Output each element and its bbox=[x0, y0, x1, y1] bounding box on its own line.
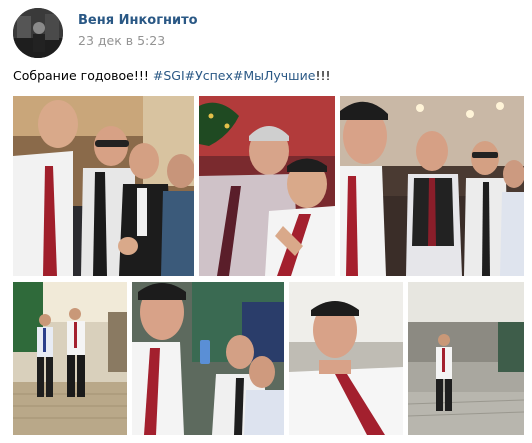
photo-two-men-selfie[interactable] bbox=[199, 96, 335, 276]
post-card: Веня Инкогнито 23 дек в 5:23 Собрание го… bbox=[0, 0, 532, 443]
author-name-link[interactable]: Веня Инкогнито bbox=[78, 13, 198, 28]
photo-man-lobby[interactable] bbox=[408, 282, 524, 435]
photo-two-men-stairs[interactable] bbox=[13, 282, 127, 435]
photo-hall-group[interactable] bbox=[340, 96, 524, 276]
photo-group-selfie[interactable] bbox=[13, 96, 194, 276]
post-text: Собрание годовое!!! #SGI#Успех#МыЛучшие!… bbox=[13, 68, 330, 83]
hashtag-link[interactable]: #МыЛучшие bbox=[233, 68, 316, 83]
post-text-plain: Собрание годовое!!! bbox=[13, 68, 153, 83]
hashtag-link[interactable]: #SGI bbox=[153, 68, 185, 83]
post-text-tail: !!! bbox=[315, 68, 331, 83]
hashtag-link[interactable]: #Успех bbox=[185, 68, 233, 83]
avatar-image bbox=[13, 8, 63, 58]
photo-selfie-drink[interactable] bbox=[132, 282, 284, 435]
photo-close-selfie[interactable] bbox=[289, 282, 403, 435]
author-avatar[interactable] bbox=[13, 8, 63, 58]
post-date-link[interactable]: 23 дек в 5:23 bbox=[78, 33, 165, 48]
